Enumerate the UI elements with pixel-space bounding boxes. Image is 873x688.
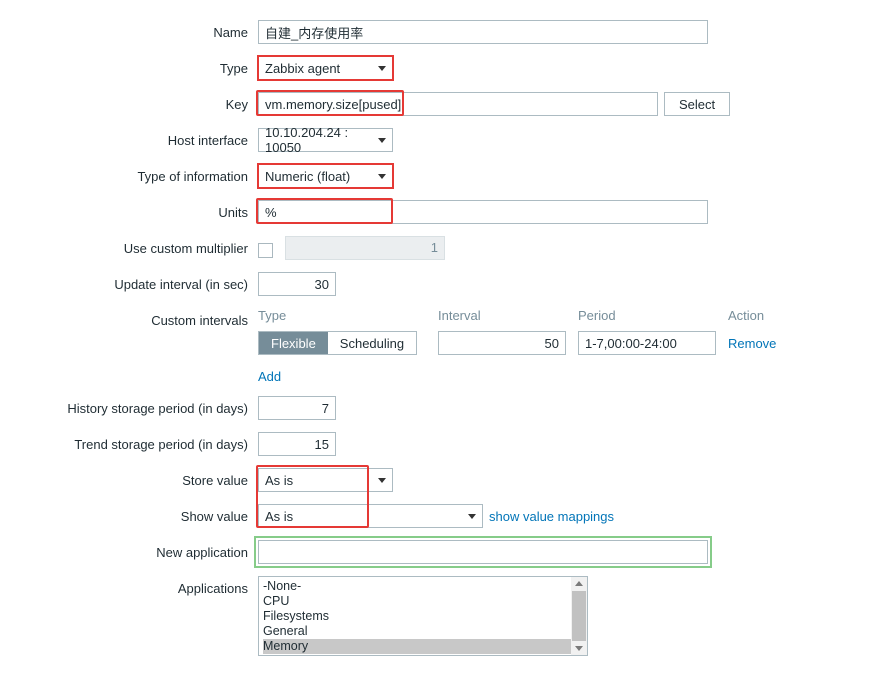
name-input[interactable] (258, 20, 708, 44)
applications-listbox[interactable]: -None-CPUFilesystemsGeneralMemory (258, 576, 588, 656)
chevron-down-icon (378, 174, 386, 179)
applications-option[interactable]: CPU (263, 594, 587, 609)
new-application-label: New application (10, 540, 258, 560)
use-custom-mult-checkbox[interactable] (258, 243, 273, 258)
new-application-input[interactable] (258, 540, 708, 564)
store-value-select[interactable]: As is (258, 468, 393, 492)
scroll-thumb[interactable] (572, 591, 586, 641)
host-interface-value: 10.10.204.24 : 10050 (265, 125, 370, 155)
update-interval-input[interactable] (258, 272, 336, 296)
applications-option[interactable]: -None- (263, 579, 587, 594)
key-input[interactable] (258, 92, 658, 116)
ci-head-period: Period (578, 308, 728, 323)
history-period-label: History storage period (in days) (10, 396, 258, 416)
scrollbar[interactable] (571, 577, 587, 655)
ci-head-interval: Interval (438, 308, 578, 323)
show-value-mappings-link[interactable]: show value mappings (489, 509, 614, 524)
ci-remove-link[interactable]: Remove (728, 336, 776, 351)
scroll-down-icon[interactable] (575, 646, 583, 651)
chevron-down-icon (378, 138, 386, 143)
ci-seg-flexible[interactable]: Flexible (259, 332, 328, 354)
store-value-label: Store value (10, 468, 258, 488)
trend-period-input[interactable] (258, 432, 336, 456)
store-value-value: As is (265, 473, 293, 488)
update-interval-label: Update interval (in sec) (10, 272, 258, 292)
type-select-value: Zabbix agent (265, 61, 340, 76)
chevron-down-icon (468, 514, 476, 519)
trend-period-label: Trend storage period (in days) (10, 432, 258, 452)
applications-label: Applications (10, 576, 258, 596)
type-select[interactable]: Zabbix agent (258, 56, 393, 80)
chevron-down-icon (378, 478, 386, 483)
scroll-up-icon[interactable] (575, 581, 583, 586)
host-interface-select[interactable]: 10.10.204.24 : 10050 (258, 128, 393, 152)
ci-add-link[interactable]: Add (258, 369, 281, 384)
host-interface-label: Host interface (10, 128, 258, 148)
type-of-info-select[interactable]: Numeric (float) (258, 164, 393, 188)
applications-option[interactable]: Filesystems (263, 609, 587, 624)
custom-mult-value: 1 (285, 236, 445, 260)
ci-period-input[interactable] (578, 331, 716, 355)
ci-seg-scheduling[interactable]: Scheduling (328, 332, 416, 354)
use-custom-mult-label: Use custom multiplier (10, 236, 258, 256)
ci-head-type: Type (258, 308, 438, 323)
select-button[interactable]: Select (664, 92, 730, 116)
applications-option[interactable]: General (263, 624, 587, 639)
show-value-value: As is (265, 509, 293, 524)
units-label: Units (10, 200, 258, 220)
history-period-input[interactable] (258, 396, 336, 420)
ci-interval-input[interactable] (438, 331, 566, 355)
name-label: Name (10, 20, 258, 40)
chevron-down-icon (378, 66, 386, 71)
units-input[interactable] (258, 200, 708, 224)
type-label: Type (10, 56, 258, 76)
type-of-info-value: Numeric (float) (265, 169, 350, 184)
key-label: Key (10, 92, 258, 112)
ci-type-segmented[interactable]: Flexible Scheduling (258, 331, 417, 355)
show-value-label: Show value (10, 504, 258, 524)
ci-head-action: Action (728, 308, 798, 323)
type-of-info-label: Type of information (10, 164, 258, 184)
custom-intervals-label: Custom intervals (10, 308, 258, 328)
show-value-select[interactable]: As is (258, 504, 483, 528)
applications-option[interactable]: Memory (263, 639, 587, 654)
